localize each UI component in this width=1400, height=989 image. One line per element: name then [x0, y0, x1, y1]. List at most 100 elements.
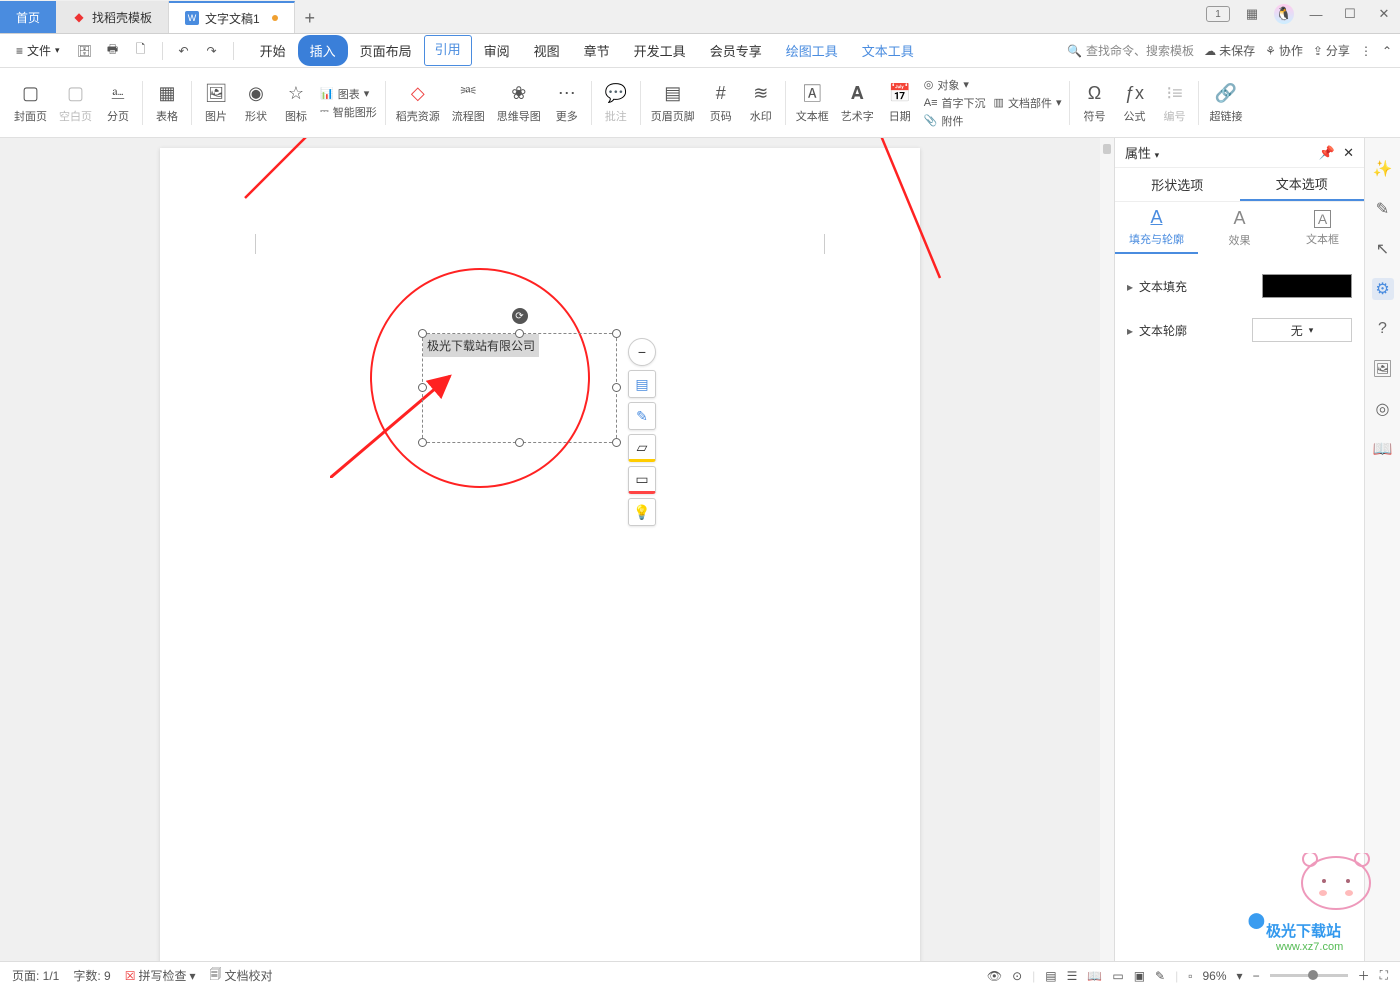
inserted-textbox[interactable]: ⟳ 极光下载站有限公司 — [422, 333, 617, 443]
float-outline-icon[interactable]: ▭ — [628, 466, 656, 494]
menu-tab-view[interactable]: 视图 — [522, 35, 572, 66]
ribbon-attachment[interactable]: 📎附件 — [924, 113, 986, 129]
resize-handle-tr[interactable] — [612, 329, 621, 338]
page[interactable]: ⟳ 极光下载站有限公司 − ▤ ✎ ▱ ▭ 💡 — [160, 148, 920, 961]
avatar-icon[interactable]: 🐧 — [1274, 4, 1294, 24]
ribbon-formula[interactable]: ƒx公式 — [1114, 79, 1154, 126]
status-eye-icon[interactable]: 👁 — [987, 969, 1002, 983]
qa-redo-icon[interactable]: ↷ — [201, 40, 223, 62]
resize-handle-bl[interactable] — [418, 438, 427, 447]
ribbon-blank[interactable]: ▢空白页 — [53, 79, 98, 126]
chevron-down-icon[interactable]: ▾ — [1155, 150, 1160, 160]
ribbon-mindmap[interactable]: ❀思维导图 — [491, 79, 547, 126]
ribbon-table[interactable]: ▦表格 — [147, 79, 187, 126]
unsaved-button[interactable]: ☁未保存 — [1204, 42, 1255, 59]
ribbon-chart[interactable]: 📊图表 ▾ — [320, 86, 377, 102]
float-layout-icon[interactable]: ▤ — [628, 370, 656, 398]
view-outline-icon[interactable]: ☰ — [1067, 969, 1078, 983]
minimize-button[interactable]: — — [1304, 4, 1328, 24]
qa-save-icon[interactable]: 🗄 — [74, 40, 96, 62]
zoom-value[interactable]: 96% — [1203, 969, 1227, 983]
side-tool-select[interactable]: ↖ — [1372, 238, 1394, 260]
status-focus-icon[interactable]: ⊙ — [1012, 969, 1022, 983]
status-proofread[interactable]: 🗐文档校对 — [210, 965, 273, 986]
float-collapse-icon[interactable]: − — [628, 338, 656, 366]
maximize-button[interactable]: ☐ — [1338, 4, 1362, 24]
file-menu-button[interactable]: ≡ 文件 ▾ — [8, 38, 68, 63]
float-pencil-icon[interactable]: ✎ — [628, 402, 656, 430]
ribbon-more[interactable]: ⋯更多 — [547, 79, 587, 126]
menu-tab-reference[interactable]: 引用 — [424, 35, 472, 66]
status-page[interactable]: 页面: 1/1 — [12, 967, 59, 984]
view-page-icon[interactable]: ▤ — [1045, 969, 1056, 983]
ribbon-docparts[interactable]: ▥文档部件 ▾ — [994, 95, 1062, 111]
zoom-in-button[interactable]: ＋ — [1358, 967, 1370, 984]
fill-color-picker[interactable] — [1262, 274, 1352, 298]
side-tool-pen[interactable]: ✎ — [1372, 198, 1394, 220]
more-menu[interactable]: ⋮ — [1360, 44, 1372, 58]
ribbon-pagenum[interactable]: #页码 — [701, 79, 741, 126]
ribbon-smartart[interactable]: ⎓智能图形 — [320, 104, 377, 120]
rotate-handle[interactable]: ⟳ — [512, 308, 528, 324]
qa-preview-icon[interactable]: 🗋 — [130, 40, 152, 62]
ribbon-hyperlink[interactable]: 🔗超链接 — [1203, 79, 1248, 126]
menu-tab-devtools[interactable]: 开发工具 — [622, 35, 698, 66]
status-spellcheck[interactable]: ☒拼写检查 ▾ — [125, 967, 196, 984]
ribbon-numbering[interactable]: ⁝≡编号 — [1154, 79, 1194, 126]
menu-tab-review[interactable]: 审阅 — [472, 35, 522, 66]
side-tool-target[interactable]: ◎ — [1372, 398, 1394, 420]
ribbon-shape[interactable]: ◉形状 — [236, 79, 276, 126]
document-area[interactable]: ⟳ 极光下载站有限公司 − ▤ ✎ ▱ ▭ 💡 — [0, 138, 1114, 961]
status-wordcount[interactable]: 字数: 9 — [73, 967, 110, 984]
resize-handle-br[interactable] — [612, 438, 621, 447]
view-web-icon[interactable]: ▭ — [1112, 969, 1123, 983]
pin-icon[interactable]: 📌 — [1319, 145, 1335, 161]
zoom-out-button[interactable]: − — [1253, 969, 1260, 983]
document-scrollbar[interactable] — [1100, 138, 1114, 961]
zoom-slider[interactable] — [1270, 974, 1348, 977]
float-fill-icon[interactable]: ▱ — [628, 434, 656, 462]
ribbon-flowchart[interactable]: ⎃流程图 — [446, 79, 491, 126]
side-tool-image[interactable]: 🖼 — [1372, 358, 1394, 380]
scroll-thumb[interactable] — [1103, 144, 1111, 154]
ribbon-object[interactable]: ◎对象 ▾ — [924, 77, 986, 93]
fullscreen-icon[interactable]: ⛶ — [1380, 968, 1388, 983]
props-tab-shape[interactable]: 形状选项 — [1115, 168, 1240, 201]
view-print-icon[interactable]: ▣ — [1134, 969, 1145, 983]
side-tool-style[interactable]: ✨ — [1372, 158, 1394, 180]
menu-tab-member[interactable]: 会员专享 — [698, 35, 774, 66]
side-tool-book[interactable]: 📖 — [1372, 438, 1394, 460]
share-button[interactable]: ⇪分享 — [1313, 42, 1350, 59]
resize-handle-ml[interactable] — [418, 383, 427, 392]
collab-button[interactable]: ⚘协作 — [1265, 42, 1303, 59]
props-subtab-fill[interactable]: A填充与轮廓 — [1115, 202, 1198, 254]
ribbon-comment[interactable]: 💬批注 — [596, 79, 636, 126]
ribbon-dropcap[interactable]: A≡首字下沉 — [924, 95, 986, 111]
ribbon-pagebreak[interactable]: ⎁分页 — [98, 79, 138, 126]
resize-handle-tl[interactable] — [418, 329, 427, 338]
menu-tab-drawing[interactable]: 绘图工具 — [774, 35, 850, 66]
app-grid-icon[interactable]: ▦ — [1240, 4, 1264, 24]
props-row-fill[interactable]: ▸文本填充 — [1127, 264, 1352, 308]
outline-select[interactable]: 无 ▾ — [1252, 318, 1352, 342]
ribbon-textbox[interactable]: 🄰文本框 — [790, 79, 835, 126]
qa-undo-icon[interactable]: ↶ — [173, 40, 195, 62]
side-tool-help[interactable]: ? — [1372, 318, 1394, 340]
view-draft-icon[interactable]: ✎ — [1155, 969, 1165, 983]
ribbon-date[interactable]: 📅日期 — [880, 79, 920, 126]
close-button[interactable]: ✕ — [1372, 4, 1396, 24]
ribbon-wordart[interactable]: 𝐀艺术字 — [835, 79, 880, 126]
menu-tab-text[interactable]: 文本工具 — [850, 35, 926, 66]
ribbon-headerfooter[interactable]: ▤页眉页脚 — [645, 79, 701, 126]
tab-home[interactable]: 首页 — [0, 1, 56, 33]
tab-templates[interactable]: ◆ 找稻壳模板 — [56, 1, 169, 33]
props-subtab-textbox[interactable]: A文本框 — [1281, 202, 1364, 254]
tab-document[interactable]: W 文字文稿1 — [169, 1, 295, 33]
collapse-ribbon-icon[interactable]: ⌃ — [1382, 44, 1392, 58]
ribbon-docer[interactable]: ◇稻壳资源 — [390, 79, 446, 126]
menu-tab-insert[interactable]: 插入 — [298, 35, 348, 66]
resize-handle-tm[interactable] — [515, 329, 524, 338]
new-tab-button[interactable]: + — [295, 3, 325, 33]
search-box[interactable]: 🔍 查找命令、搜索模板 — [1067, 42, 1194, 59]
fit-icon[interactable]: ▫ — [1188, 969, 1192, 983]
